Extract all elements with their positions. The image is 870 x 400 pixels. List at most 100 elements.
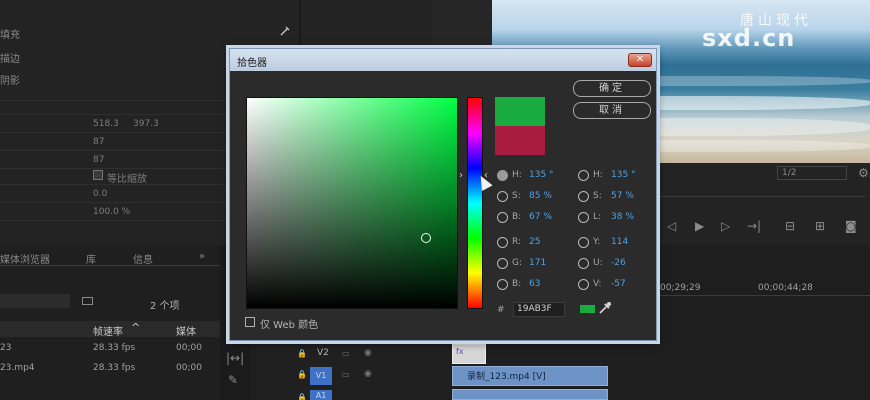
radio-hsl-s[interactable] — [578, 191, 589, 202]
project-row-fps: 28.33 fps — [93, 343, 136, 353]
monitor-scrubber[interactable] — [660, 196, 865, 197]
new-color-swatch — [495, 97, 545, 126]
yuv-u-label: U: — [593, 258, 603, 268]
uniform-scale-checkbox[interactable] — [93, 170, 103, 180]
title-clip[interactable]: fx — [452, 344, 486, 364]
yuv-v-value[interactable]: -57 — [611, 279, 626, 289]
opacity-value[interactable]: 100.0 % — [93, 207, 130, 217]
audio-clip[interactable] — [452, 389, 608, 400]
project-row-media: 00;00 — [176, 343, 202, 353]
hsb-h-value[interactable]: 135 ° — [529, 170, 554, 180]
tab-library[interactable]: 库 — [86, 251, 96, 266]
radio-hsl-l[interactable] — [578, 212, 589, 223]
radio-yuv-y[interactable] — [578, 237, 589, 248]
radio-hsb-h[interactable] — [497, 170, 508, 181]
insert-icon[interactable]: ⊟ — [785, 219, 795, 233]
hsb-h-label: H: — [512, 170, 522, 180]
video-clip[interactable]: 录制_123.mp4 [V] — [452, 366, 608, 386]
dialog-title: 拾色器 — [237, 58, 267, 69]
dialog-titlebar[interactable]: 拾色器 ✕ — [230, 49, 656, 71]
hsl-l-value[interactable]: 38 % — [611, 212, 634, 222]
hue-slider[interactable] — [467, 97, 483, 309]
program-monitor-controls: 1/2 ⚙ ◁ ▶ ▷ →| ⊟ ⊞ ◙ — [655, 163, 870, 243]
eye-icon[interactable]: ◉ — [364, 348, 372, 358]
track-a1-button[interactable]: A1 — [310, 390, 332, 400]
project-row-name[interactable]: 23 — [0, 343, 11, 353]
close-button[interactable]: ✕ — [628, 53, 652, 67]
play-icon[interactable]: ▶ — [695, 219, 704, 233]
project-row-media: 00;00 — [176, 363, 202, 373]
rgb-g-value[interactable]: 171 — [529, 258, 546, 268]
lock-icon[interactable]: 🔒 — [297, 370, 307, 379]
ripple-edit-icon[interactable]: |↔| — [226, 351, 244, 365]
tab-info[interactable]: 信息 — [133, 251, 153, 266]
panel-more-button[interactable]: » — [199, 251, 205, 262]
radio-hsb-s[interactable] — [497, 191, 508, 202]
rgb-b-value[interactable]: 63 — [529, 279, 540, 289]
camera-icon[interactable]: ◙ — [845, 219, 857, 233]
col-frame-rate[interactable]: 帧速率 — [93, 323, 123, 338]
color-picker-dialog: 拾色器 ✕ › ‹ 确定 取消 H: 135 ° S: 85 % B: 67 %… — [229, 48, 657, 341]
saturation-brightness-field[interactable] — [246, 97, 458, 309]
position-x-value[interactable]: 518.3 — [93, 119, 119, 129]
lock-icon[interactable]: 🔒 — [297, 393, 307, 400]
hsl-s-value[interactable]: 57 % — [611, 191, 634, 201]
hue-slider-arrow-left-icon[interactable]: › — [459, 170, 463, 181]
col-media[interactable]: 媒体 — [176, 323, 196, 338]
hsl-s-label: S: — [593, 191, 602, 201]
pen-icon[interactable]: ✎ — [228, 373, 238, 387]
item-count: 2 个项 — [150, 301, 180, 312]
resolution-dropdown[interactable]: 1/2 — [777, 166, 847, 180]
go-to-out-icon[interactable]: →| — [747, 219, 761, 233]
track-v2-label[interactable]: V2 — [317, 348, 329, 358]
sort-up-icon[interactable]: ^ — [131, 321, 140, 334]
position-y-value[interactable]: 397.3 — [133, 119, 159, 129]
radio-rgb-g[interactable] — [497, 258, 508, 269]
hsb-s-value[interactable]: 85 % — [529, 191, 552, 201]
track-v1-button[interactable]: V1 — [310, 367, 332, 385]
panel-divider — [299, 0, 301, 48]
folder-icon[interactable] — [82, 297, 93, 305]
radio-yuv-v[interactable] — [578, 279, 589, 290]
eyedropper-icon[interactable] — [598, 301, 612, 315]
project-search-input[interactable] — [0, 294, 70, 308]
eye-icon[interactable]: ◉ — [364, 369, 372, 379]
rgb-g-label: G: — [512, 258, 523, 268]
radio-yuv-u[interactable] — [578, 258, 589, 269]
cancel-button[interactable]: 取消 — [573, 102, 651, 119]
project-row-name[interactable]: 23.mp4 — [0, 363, 35, 373]
wrench-icon[interactable]: ⚙ — [858, 166, 869, 180]
sync-lock-icon[interactable]: ▭ — [342, 349, 350, 358]
stroke-label: 描边 — [0, 54, 20, 65]
color-cursor[interactable] — [421, 233, 431, 243]
yuv-v-label: V: — [593, 279, 602, 289]
rgb-r-value[interactable]: 25 — [529, 237, 540, 247]
tab-media-browser[interactable]: 媒体浏览器 — [0, 251, 50, 266]
hsb-b-value[interactable]: 67 % — [529, 212, 552, 222]
original-color-swatch[interactable] — [495, 126, 545, 155]
fill-label: 填充 — [0, 30, 20, 41]
eyedropper-icon[interactable] — [278, 24, 292, 38]
hsl-l-label: L: — [593, 212, 602, 222]
hsl-h-label: H: — [593, 170, 603, 180]
rotation-value[interactable]: 0.0 — [93, 189, 107, 199]
radio-rgb-r[interactable] — [497, 237, 508, 248]
uniform-scale-label: 等比缩放 — [107, 174, 147, 185]
sync-lock-icon[interactable]: ▭ — [342, 370, 350, 379]
radio-hsl-h[interactable] — [578, 170, 589, 181]
hex-input[interactable]: 19AB3F — [513, 302, 565, 317]
overwrite-icon[interactable]: ⊞ — [815, 219, 825, 233]
web-colors-only-checkbox[interactable] — [245, 317, 255, 327]
hsl-h-value[interactable]: 135 ° — [611, 170, 636, 180]
yuv-u-value[interactable]: -26 — [611, 258, 626, 268]
lock-icon[interactable]: 🔒 — [297, 349, 307, 358]
yuv-y-value[interactable]: 114 — [611, 237, 628, 247]
scale-value[interactable]: 87 — [93, 137, 104, 147]
step-forward-icon[interactable]: ▷ — [721, 219, 730, 233]
scale-width-value[interactable]: 87 — [93, 155, 104, 165]
rgb-b-label: B: — [512, 279, 522, 289]
step-back-icon[interactable]: ◁ — [667, 219, 676, 233]
radio-rgb-b[interactable] — [497, 279, 508, 290]
ok-button[interactable]: 确定 — [573, 80, 651, 97]
radio-hsb-b[interactable] — [497, 212, 508, 223]
